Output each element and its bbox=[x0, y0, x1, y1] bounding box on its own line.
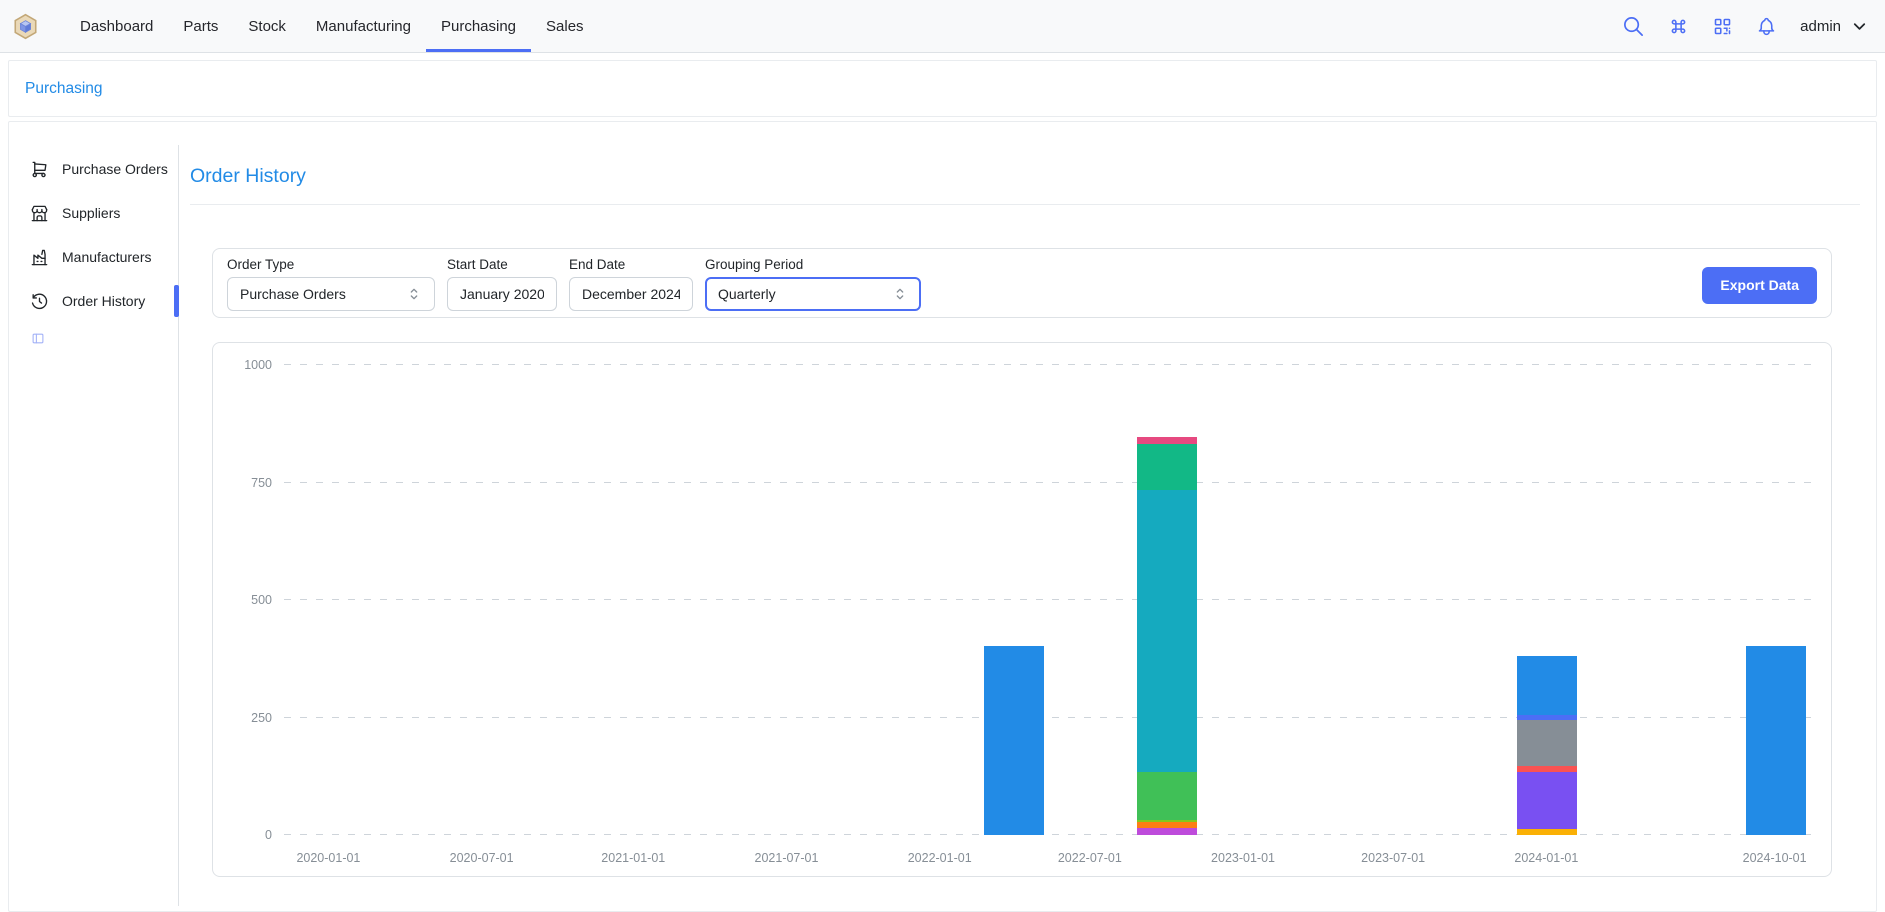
x-axis-tick-label: 2020-07-01 bbox=[450, 851, 514, 865]
navbar-actions: admin bbox=[1622, 15, 1869, 38]
sidebar-item-label: Suppliers bbox=[62, 205, 120, 221]
top-navbar: DashboardPartsStockManufacturingPurchasi… bbox=[0, 0, 1885, 53]
order-type-select[interactable]: Purchase Orders bbox=[227, 277, 435, 311]
x-axis-tick-label: 2023-07-01 bbox=[1361, 851, 1425, 865]
bar-segment[interactable] bbox=[1137, 772, 1197, 820]
y-axis-tick-label: 750 bbox=[251, 476, 272, 490]
qrcode-icon[interactable] bbox=[1712, 16, 1733, 37]
sidebar-items: Purchase Orders Suppliers Manufacturers Ord… bbox=[8, 150, 178, 320]
filter-panel: Order Type Purchase Orders Start Date En… bbox=[212, 248, 1832, 318]
y-axis-tick-label: 0 bbox=[265, 828, 272, 842]
sidebar-item-label: Manufacturers bbox=[62, 249, 151, 265]
x-axis-tick-label: 2024-10-01 bbox=[1743, 851, 1807, 865]
history-icon bbox=[30, 292, 49, 311]
sidebar-divider bbox=[178, 145, 179, 906]
tab-dashboard[interactable]: Dashboard bbox=[65, 0, 168, 52]
main-nav-tabs: DashboardPartsStockManufacturingPurchasi… bbox=[65, 0, 599, 52]
search-icon[interactable] bbox=[1622, 15, 1645, 38]
x-axis-tick-label: 2022-01-01 bbox=[908, 851, 972, 865]
sidebar-item-manufacturers[interactable]: Manufacturers bbox=[8, 238, 178, 276]
stacked-bar-2024-10-01[interactable] bbox=[1746, 646, 1806, 835]
gridline-1000 bbox=[284, 364, 1816, 365]
stacked-bar-2022-08-01[interactable] bbox=[1137, 437, 1197, 835]
bar-segment[interactable] bbox=[1517, 772, 1577, 829]
factory-icon bbox=[30, 248, 49, 267]
shopping-cart-icon bbox=[30, 160, 49, 179]
bar-segment[interactable] bbox=[1746, 646, 1806, 835]
order-history-chart: 0 250 500 750 1000 2020-01-01 2020-07-01 2021-0… bbox=[212, 342, 1832, 877]
end-date-label: End Date bbox=[569, 257, 693, 273]
building-store-icon bbox=[30, 204, 49, 223]
grouping-period-field: Grouping Period Quarterly bbox=[705, 257, 921, 311]
x-axis-tick-label: 2021-07-01 bbox=[755, 851, 819, 865]
breadcrumb: Purchasing bbox=[8, 60, 1877, 117]
x-axis-tick-label: 2021-01-01 bbox=[601, 851, 665, 865]
start-date-input[interactable] bbox=[447, 277, 557, 311]
tab-purchasing[interactable]: Purchasing bbox=[426, 0, 531, 52]
bar-segment[interactable] bbox=[1137, 437, 1197, 444]
bar-segment[interactable] bbox=[1517, 656, 1577, 715]
order-type-value: Purchase Orders bbox=[240, 286, 346, 302]
tab-manufacturing[interactable]: Manufacturing bbox=[301, 0, 426, 52]
order-type-field: Order Type Purchase Orders bbox=[227, 257, 435, 311]
tab-stock[interactable]: Stock bbox=[233, 0, 301, 52]
bar-segment[interactable] bbox=[1137, 490, 1197, 772]
bell-icon[interactable] bbox=[1756, 16, 1777, 37]
y-axis-tick-label: 250 bbox=[251, 711, 272, 725]
sidebar: Purchase Orders Suppliers Manufacturers Ord… bbox=[8, 150, 178, 345]
y-axis-tick-label: 1000 bbox=[244, 358, 272, 372]
start-date-label: Start Date bbox=[447, 257, 557, 273]
x-axis-tick-label: 2024-01-01 bbox=[1514, 851, 1578, 865]
stacked-bar-2022-04-01[interactable] bbox=[984, 646, 1044, 835]
gridline-750 bbox=[284, 482, 1816, 483]
tab-parts[interactable]: Parts bbox=[168, 0, 233, 52]
command-icon[interactable] bbox=[1668, 16, 1689, 37]
collapse-sidebar-icon[interactable] bbox=[8, 332, 178, 345]
selector-icon bbox=[406, 286, 422, 302]
sidebar-item-order-history[interactable]: Order History bbox=[8, 282, 178, 320]
bar-segment[interactable] bbox=[1137, 828, 1197, 835]
sidebar-item-suppliers[interactable]: Suppliers bbox=[8, 194, 178, 232]
breadcrumb-purchasing[interactable]: Purchasing bbox=[25, 80, 103, 98]
bar-segment[interactable] bbox=[984, 646, 1044, 835]
bar-segment[interactable] bbox=[1137, 444, 1197, 489]
gridline-250 bbox=[284, 717, 1816, 718]
chevron-down-icon bbox=[1850, 17, 1869, 36]
stacked-bar-2024-01-01[interactable] bbox=[1517, 656, 1577, 835]
gridline-500 bbox=[284, 599, 1816, 600]
sidebar-item-label: Order History bbox=[62, 293, 145, 309]
user-menu[interactable]: admin bbox=[1800, 17, 1869, 36]
y-axis-tick-label: 500 bbox=[251, 593, 272, 607]
x-axis-tick-label: 2022-07-01 bbox=[1058, 851, 1122, 865]
end-date-input[interactable] bbox=[569, 277, 693, 311]
x-axis-tick-label: 2020-01-01 bbox=[296, 851, 360, 865]
order-type-label: Order Type bbox=[227, 257, 435, 273]
selector-icon bbox=[892, 286, 908, 302]
start-date-field: Start Date bbox=[447, 257, 557, 311]
grouping-period-label: Grouping Period bbox=[705, 257, 921, 273]
grouping-period-value: Quarterly bbox=[718, 286, 776, 302]
x-axis-tick-label: 2023-01-01 bbox=[1211, 851, 1275, 865]
sidebar-item-label: Purchase Orders bbox=[62, 161, 168, 177]
bar-segment[interactable] bbox=[1517, 720, 1577, 766]
app-logo-icon[interactable] bbox=[12, 13, 39, 40]
sidebar-item-purchase-orders[interactable]: Purchase Orders bbox=[8, 150, 178, 188]
plot-area: 025050075010002020-01-012020-07-012021-0… bbox=[284, 365, 1816, 835]
bar-segment[interactable] bbox=[1517, 829, 1577, 835]
export-data-button[interactable]: Export Data bbox=[1702, 267, 1817, 304]
end-date-field: End Date bbox=[569, 257, 693, 311]
title-divider bbox=[190, 204, 1860, 205]
gridline-0 bbox=[284, 834, 1816, 835]
page-title: Order History bbox=[190, 165, 306, 188]
tab-sales[interactable]: Sales bbox=[531, 0, 599, 52]
grouping-period-select[interactable]: Quarterly bbox=[705, 277, 921, 311]
username: admin bbox=[1800, 18, 1841, 35]
